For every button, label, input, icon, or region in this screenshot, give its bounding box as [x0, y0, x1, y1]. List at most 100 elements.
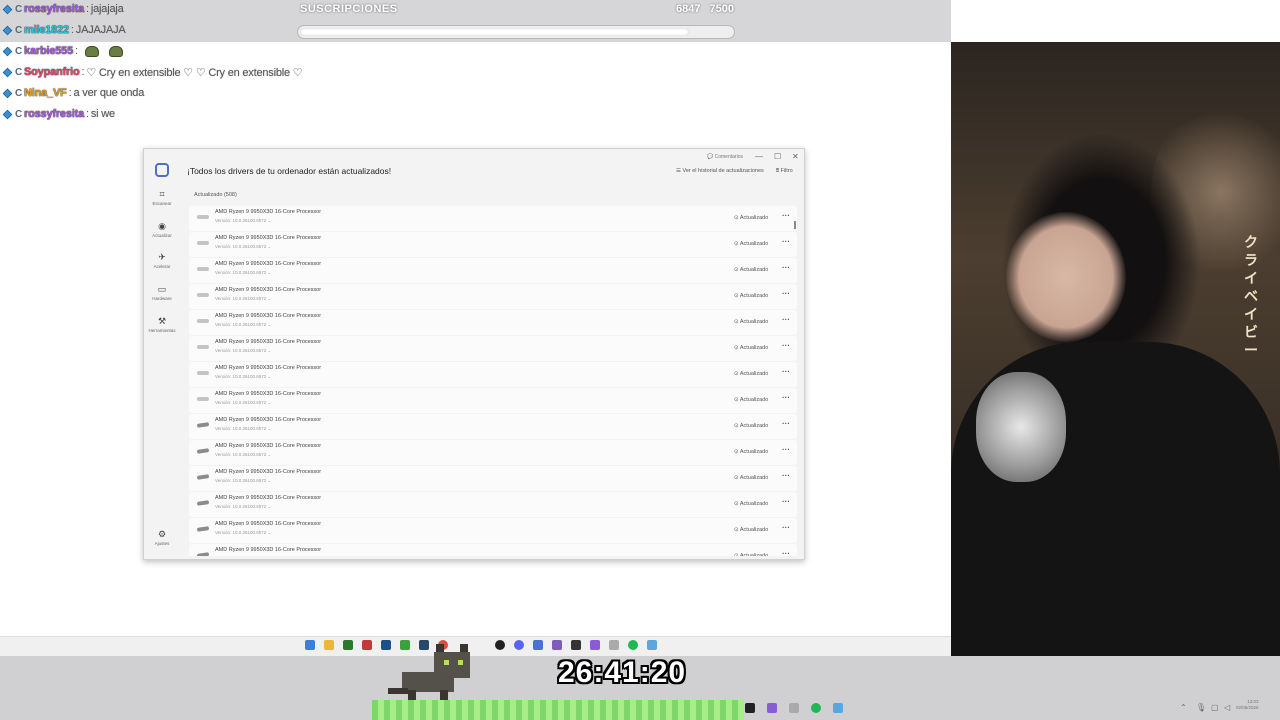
- obs-icon[interactable]: [495, 640, 505, 650]
- driver-row[interactable]: AMD Ryzen 9 9950X3D 16-Core ProcessorVer…: [189, 492, 797, 517]
- nav-boost[interactable]: ✈ Acelerar: [147, 252, 177, 269]
- chat-username[interactable]: rossyfresita: [24, 3, 84, 15]
- chat-message: C Nina_VF: a ver que onda: [2, 83, 144, 103]
- feedback-button[interactable]: 💬 Comentarios: [707, 154, 743, 160]
- app-icon-red[interactable]: [362, 640, 372, 650]
- tray-app-icon-1[interactable]: [745, 703, 755, 713]
- update-history-link[interactable]: ☰ Ver el historial de actualizaciones: [676, 168, 764, 174]
- driver-name: AMD Ryzen 9 9950X3D 16-Core Processor: [215, 495, 322, 501]
- app-icon-violet[interactable]: [552, 640, 562, 650]
- folder-icon[interactable]: [324, 640, 334, 650]
- driver-row[interactable]: AMD Ryzen 9 9950X3D 16-Core ProcessorVer…: [189, 258, 797, 283]
- driver-status-text: Actualizado: [739, 241, 769, 247]
- tray-app-icon-5[interactable]: [833, 703, 843, 713]
- app-icon-indigo[interactable]: [533, 640, 543, 650]
- driver-version-text: Versión: 10.0.26100.6572: [215, 478, 267, 483]
- driver-name: AMD Ryzen 9 9950X3D 16-Core Processor: [215, 339, 322, 345]
- nav-update[interactable]: ◉ Actualizar: [147, 221, 177, 238]
- twitch-icon[interactable]: [590, 640, 600, 650]
- nav-hardware[interactable]: ▭ Hardware: [147, 284, 177, 301]
- chevron-up-icon[interactable]: ⌃: [1180, 703, 1187, 712]
- check-circle-icon: ⊙: [734, 449, 739, 455]
- tray-app-icon-3[interactable]: [789, 703, 799, 713]
- driver-row[interactable]: AMD Ryzen 9 9950X3D 16-Core ProcessorVer…: [189, 310, 797, 335]
- driver-version-text: Versión: 10.0.26100.6572: [215, 270, 267, 275]
- chat-text: si we: [90, 108, 115, 120]
- more-options-icon[interactable]: ···: [782, 497, 790, 506]
- more-options-icon[interactable]: ···: [782, 289, 790, 298]
- driver-status-text: Actualizado: [739, 501, 769, 507]
- driver-status: ⊙ Actualizado: [734, 241, 768, 247]
- driver-name: AMD Ryzen 9 9950X3D 16-Core Processor: [215, 235, 322, 241]
- driver-row[interactable]: AMD Ryzen 9 9950X3D 16-Core ProcessorVer…: [189, 284, 797, 309]
- more-options-icon[interactable]: ···: [782, 393, 790, 402]
- scrollbar-thumb[interactable]: [794, 221, 796, 229]
- network-icon[interactable]: ▢: [1211, 703, 1219, 712]
- driver-status: ⊙ Actualizado: [734, 267, 768, 273]
- processor-icon: [197, 319, 209, 323]
- app-icon-black[interactable]: [571, 640, 581, 650]
- maximize-icon[interactable]: ☐: [774, 152, 781, 161]
- check-circle-icon: ⊙: [734, 215, 739, 221]
- driver-version: Versión: 10.0.26100.6572 ⌄: [215, 452, 272, 457]
- nav-settings[interactable]: ⚙ Ajustes: [147, 529, 177, 546]
- driver-row[interactable]: AMD Ryzen 9 9950X3D 16-Core ProcessorVer…: [189, 362, 797, 387]
- processor-icon: [197, 371, 209, 375]
- overlay-text-7: ー: [1244, 342, 1258, 358]
- driver-row[interactable]: AMD Ryzen 9 9950X3D 16-Core ProcessorVer…: [189, 466, 797, 491]
- more-options-icon[interactable]: ···: [782, 315, 790, 324]
- more-options-icon[interactable]: ···: [782, 471, 790, 480]
- more-options-icon[interactable]: ···: [782, 523, 790, 532]
- more-options-icon[interactable]: ···: [782, 341, 790, 350]
- more-options-icon[interactable]: ···: [782, 237, 790, 246]
- driver-row[interactable]: AMD Ryzen 9 9950X3D 16-Core ProcessorVer…: [189, 206, 797, 231]
- more-options-icon[interactable]: ···: [782, 211, 790, 220]
- chat-username[interactable]: Nina_VF: [24, 87, 67, 99]
- driver-version-text: Versión: 10.0.26100.6572: [215, 452, 267, 457]
- chat-username[interactable]: karbie555: [24, 45, 73, 57]
- nvidia-icon[interactable]: [343, 640, 353, 650]
- subathon-timer: 26:41:20: [558, 656, 687, 689]
- mic-icon[interactable]: 🎙: [1196, 703, 1206, 712]
- chat-username[interactable]: Soypanfrio: [24, 66, 80, 78]
- driver-row[interactable]: AMD Ryzen 9 9950X3D 16-Core ProcessorVer…: [189, 544, 797, 556]
- minimize-icon[interactable]: —: [755, 152, 763, 161]
- check-circle-icon: ⊙: [734, 371, 739, 377]
- app-icon-light[interactable]: [647, 640, 657, 650]
- driver-name: AMD Ryzen 9 9950X3D 16-Core Processor: [215, 365, 322, 371]
- driver-row[interactable]: AMD Ryzen 9 9950X3D 16-Core ProcessorVer…: [189, 336, 797, 361]
- gear-icon: ⚙: [157, 529, 167, 539]
- driver-app-window: 💬 Comentarios — ☐ ✕ ¡Todos los drivers d…: [143, 148, 805, 560]
- chat-username[interactable]: rossyfresita: [24, 108, 84, 120]
- driver-row[interactable]: AMD Ryzen 9 9950X3D 16-Core ProcessorVer…: [189, 232, 797, 257]
- nav-scan[interactable]: ⌗ Escanear: [147, 189, 177, 206]
- driver-status: ⊙ Actualizado: [734, 293, 768, 299]
- driver-row[interactable]: AMD Ryzen 9 9950X3D 16-Core ProcessorVer…: [189, 388, 797, 413]
- spotify-icon[interactable]: [628, 640, 638, 650]
- system-clock[interactable]: 13:03 02/06/2026: [1236, 699, 1259, 711]
- driver-status-text: Actualizado: [739, 319, 769, 325]
- volume-icon[interactable]: ◁: [1224, 703, 1230, 712]
- close-icon[interactable]: ✕: [792, 152, 799, 161]
- start-icon[interactable]: [305, 640, 315, 650]
- driver-row[interactable]: AMD Ryzen 9 9950X3D 16-Core ProcessorVer…: [189, 440, 797, 465]
- discord-icon[interactable]: [514, 640, 524, 650]
- app-icon-gray[interactable]: [609, 640, 619, 650]
- more-options-icon[interactable]: ···: [782, 549, 790, 556]
- driver-row[interactable]: AMD Ryzen 9 9950X3D 16-Core ProcessorVer…: [189, 414, 797, 439]
- filter-button[interactable]: ⩩ Filtro: [776, 168, 793, 175]
- tray-app-icon-2[interactable]: [767, 703, 777, 713]
- person-face: [1006, 212, 1126, 342]
- more-options-icon[interactable]: ···: [782, 419, 790, 428]
- app-logo-icon: [155, 163, 169, 177]
- more-options-icon[interactable]: ···: [782, 367, 790, 376]
- sub-badge-icon: [2, 4, 13, 14]
- chat-username[interactable]: mile1822: [24, 24, 69, 36]
- tools-icon: ⚒: [157, 316, 167, 326]
- nav-settings-label: Ajustes: [154, 541, 170, 546]
- more-options-icon[interactable]: ···: [782, 263, 790, 272]
- tray-app-icon-4[interactable]: [811, 703, 821, 713]
- driver-row[interactable]: AMD Ryzen 9 9950X3D 16-Core ProcessorVer…: [189, 518, 797, 543]
- nav-tools[interactable]: ⚒ Herramientas: [147, 316, 177, 333]
- more-options-icon[interactable]: ···: [782, 445, 790, 454]
